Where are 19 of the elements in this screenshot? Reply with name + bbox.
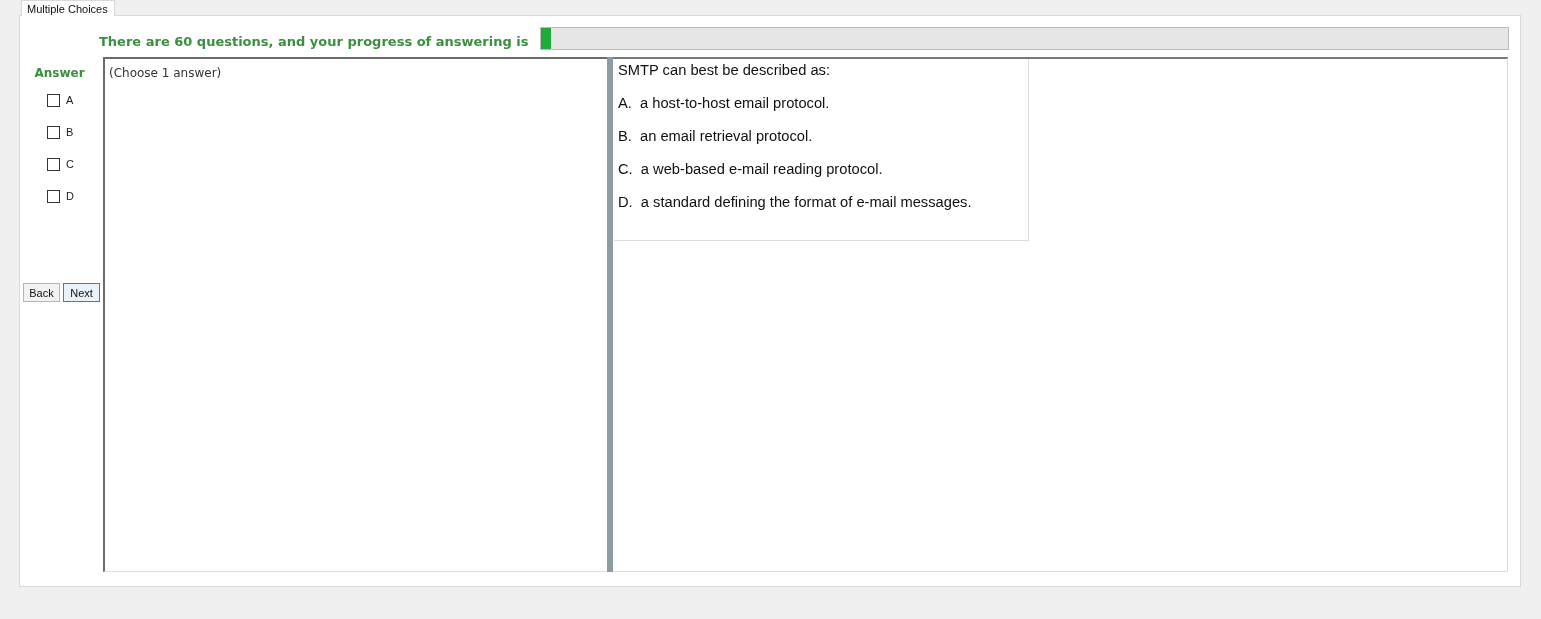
nav-button[interactable]: Back — [23, 283, 60, 302]
choice-text: D. a standard defining the format of e-mail messages. — [618, 193, 972, 212]
choice-text: B. an email retrieval protocol. — [618, 127, 813, 146]
checkbox[interactable] — [47, 125, 60, 139]
tab[interactable]: Multiple Choices — [21, 0, 115, 16]
choice-text: C. a web-based e-mail reading protocol. — [618, 160, 883, 179]
progress-label: There are 60 questions, and your progress of answering is — [99, 33, 530, 49]
checkbox[interactable] — [47, 157, 60, 171]
option-label: D — [66, 190, 74, 202]
checkbox[interactable] — [47, 189, 60, 203]
choose-hint-text: (Choose 1 answer) — [109, 65, 222, 81]
nav-button[interactable]: Next — [63, 283, 100, 302]
option-label: A — [66, 94, 74, 106]
checkbox[interactable] — [47, 93, 60, 107]
option-label: C — [66, 158, 74, 170]
question-text: SMTP can best be described as: — [618, 61, 830, 80]
choice-text: A. a host-to-host email protocol. — [618, 94, 830, 113]
answer-heading: Answer — [34, 65, 85, 81]
option-label: B — [66, 126, 74, 138]
